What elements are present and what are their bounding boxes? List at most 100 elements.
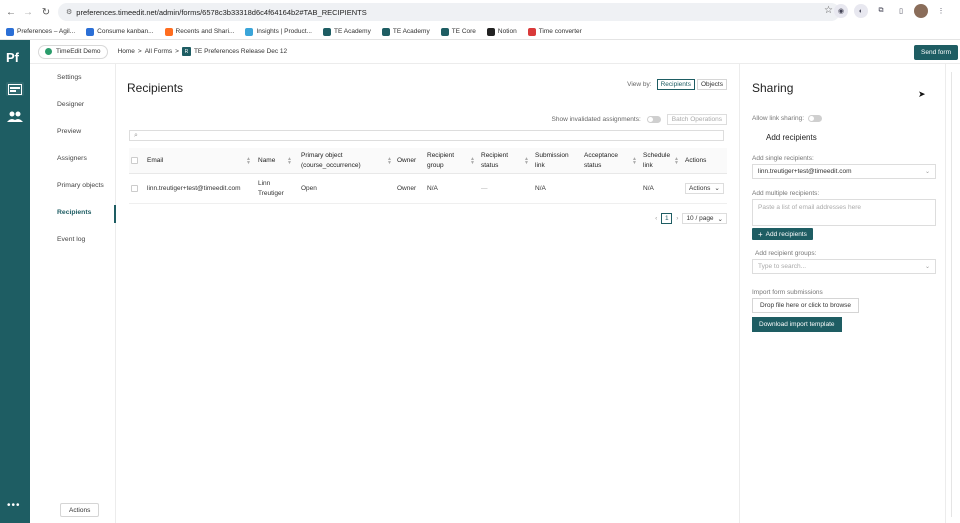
- menu-dots-icon[interactable]: ⋮: [934, 4, 948, 18]
- single-recipients-label: Add single recipients:: [752, 155, 814, 162]
- add-recipients-label: Add recipients: [765, 230, 807, 238]
- menu-item-primary-objects[interactable]: Primary objects: [57, 182, 104, 189]
- bookmarks-bar: Preferences – Agil... Consume kanban... Re…: [0, 24, 960, 40]
- extensions-puzzle-icon[interactable]: ⧉: [874, 4, 888, 18]
- menu-item-settings[interactable]: Settings: [57, 74, 82, 81]
- cell-name: Linn Treutiger: [258, 179, 284, 197]
- file-drop-button[interactable]: Drop file here or click to browse: [752, 298, 860, 313]
- bookmark-star-icon[interactable]: ☆: [824, 5, 833, 16]
- bookmark-item[interactable]: Notion: [486, 27, 517, 36]
- recipients-main: Recipients View by: Recipients Objects S…: [117, 64, 739, 523]
- cell-status: —: [481, 184, 488, 192]
- sort-icon[interactable]: ▲ ▼: [246, 156, 251, 165]
- table-row[interactable]: linn.treutiger+test@timeedit.com Linn Tr…: [129, 174, 727, 204]
- invalidated-toggle[interactable]: [646, 116, 661, 123]
- profile-avatar[interactable]: [914, 4, 928, 18]
- extension-icon[interactable]: ◉: [834, 4, 848, 18]
- menu-item-assigners[interactable]: Assigners: [57, 155, 87, 162]
- bookmark-item[interactable]: Preferences – Agil...: [6, 27, 76, 36]
- search-icon: ⌕: [134, 131, 138, 139]
- menu-actions-button[interactable]: Actions: [60, 503, 100, 517]
- sort-icon[interactable]: ▲ ▼: [387, 156, 392, 165]
- reload-icon[interactable]: ↻: [39, 5, 53, 19]
- chevron-down-icon: ⌄: [714, 184, 720, 192]
- bookmark-item[interactable]: TE Academy: [322, 27, 371, 36]
- column-acceptance-status[interactable]: Acceptance status ▲ ▼: [580, 151, 639, 171]
- panel-scrollbar[interactable]: [945, 64, 960, 523]
- invalidated-row: Show invalidated assignments: Batch Oper…: [552, 114, 727, 125]
- bookmark-favicon-icon: [164, 27, 173, 36]
- form-menu: Settings Designer Preview Assigners Prim…: [30, 64, 116, 523]
- row-checkbox[interactable]: [131, 185, 138, 192]
- column-name[interactable]: Name ▲ ▼: [253, 156, 294, 166]
- sort-icon[interactable]: ▲ ▼: [632, 156, 637, 165]
- breadcrumb: Home > All Forms > R TE Preferences Rele…: [118, 47, 288, 56]
- mouse-cursor-icon: ➤: [918, 89, 926, 99]
- breadcrumb-current: TE Preferences Release Dec 12: [193, 48, 288, 55]
- bookmark-item[interactable]: Recents and Shari...: [164, 27, 234, 36]
- row-actions-label: Actions: [689, 184, 711, 192]
- more-icon[interactable]: •••: [7, 500, 21, 511]
- column-recipient-group-label: Recipient group: [427, 151, 455, 169]
- sidebar-icon[interactable]: ▯: [894, 4, 908, 18]
- bookmark-item[interactable]: Consume kanban...: [86, 27, 154, 36]
- sort-icon[interactable]: ▲ ▼: [524, 156, 529, 165]
- site-info-icon[interactable]: ⚙: [66, 8, 72, 16]
- column-schedule-link[interactable]: Schedule link ▲ ▼: [639, 151, 681, 171]
- single-recipients-select[interactable]: linn.treutiger+test@timeedit.com ⌄: [752, 164, 936, 179]
- address-bar[interactable]: ⚙ preferences.timeedit.net/admin/forms/6…: [58, 3, 840, 21]
- column-recipient-status[interactable]: Recipient status ▲ ▼: [477, 151, 531, 171]
- bookmark-item[interactable]: Time converter: [527, 27, 582, 36]
- bookmark-label: Insights | Product...: [256, 28, 312, 35]
- view-by-objects[interactable]: Objects: [696, 79, 727, 90]
- page-number[interactable]: 1: [661, 213, 673, 224]
- bookmark-label: Notion: [497, 28, 517, 35]
- batch-operations-button[interactable]: Batch Operations: [666, 114, 727, 125]
- column-recipient-group[interactable]: Recipient group ▲ ▼: [423, 151, 477, 171]
- extension-icon[interactable]: ◐: [854, 4, 868, 18]
- bookmark-item[interactable]: TE Core: [440, 27, 476, 36]
- breadcrumb-all-forms[interactable]: All Forms: [145, 48, 172, 55]
- users-icon[interactable]: [6, 109, 24, 123]
- breadcrumb-home[interactable]: Home: [118, 48, 135, 55]
- next-page-icon[interactable]: ›: [676, 215, 678, 222]
- column-recipient-status-label: Recipient status: [481, 151, 509, 169]
- recipient-groups-placeholder: Type to search...: [758, 263, 807, 270]
- select-all-checkbox[interactable]: [131, 157, 138, 164]
- breadcrumb-separator: >: [175, 48, 179, 55]
- bookmark-label: TE Core: [451, 28, 476, 35]
- link-sharing-toggle[interactable]: [808, 115, 823, 122]
- app-logo: Pf: [6, 50, 19, 65]
- forms-icon[interactable]: [6, 82, 24, 96]
- view-by-recipients[interactable]: Recipients: [656, 79, 695, 90]
- row-actions-dropdown[interactable]: Actions ⌄: [685, 183, 724, 194]
- column-owner: Owner: [394, 156, 423, 166]
- menu-item-preview[interactable]: Preview: [57, 128, 81, 135]
- scroll-track: [951, 72, 952, 517]
- org-selector[interactable]: TimeEdit Demo: [38, 44, 108, 59]
- menu-item-recipients[interactable]: Recipients: [57, 209, 91, 216]
- sort-icon[interactable]: ▲ ▼: [287, 156, 292, 165]
- prev-page-icon[interactable]: ‹: [655, 215, 657, 222]
- menu-item-event-log[interactable]: Event log: [57, 236, 85, 243]
- back-icon[interactable]: ←: [4, 5, 18, 19]
- forward-icon[interactable]: →: [21, 5, 35, 19]
- send-form-button[interactable]: Send form: [914, 45, 958, 60]
- add-recipients-button[interactable]: + Add recipients: [752, 228, 813, 240]
- sort-icon[interactable]: ▲ ▼: [470, 156, 475, 165]
- bookmark-label: Preferences – Agil...: [17, 28, 76, 35]
- menu-item-designer[interactable]: Designer: [57, 101, 84, 108]
- plus-icon: +: [758, 229, 763, 239]
- column-primary-object[interactable]: Primary object (course_occurrence) ▲ ▼: [294, 151, 394, 171]
- page-size-select[interactable]: 10 / page ⌄: [682, 213, 727, 224]
- multiple-recipients-textarea[interactable]: Paste a list of email addresses here: [752, 199, 936, 226]
- cell-actions: Actions ⌄: [681, 183, 727, 194]
- recipient-groups-select[interactable]: Type to search... ⌄: [752, 259, 936, 274]
- sort-icon[interactable]: ▲ ▼: [674, 156, 679, 165]
- bookmark-item[interactable]: TE Academy: [381, 27, 430, 36]
- download-template-button[interactable]: Download import template: [752, 317, 842, 332]
- bookmark-item[interactable]: Insights | Product...: [245, 27, 312, 36]
- bookmark-label: TE Academy: [333, 28, 371, 35]
- search-input[interactable]: ⌕: [129, 130, 724, 141]
- column-email[interactable]: Email ▲ ▼: [147, 156, 253, 166]
